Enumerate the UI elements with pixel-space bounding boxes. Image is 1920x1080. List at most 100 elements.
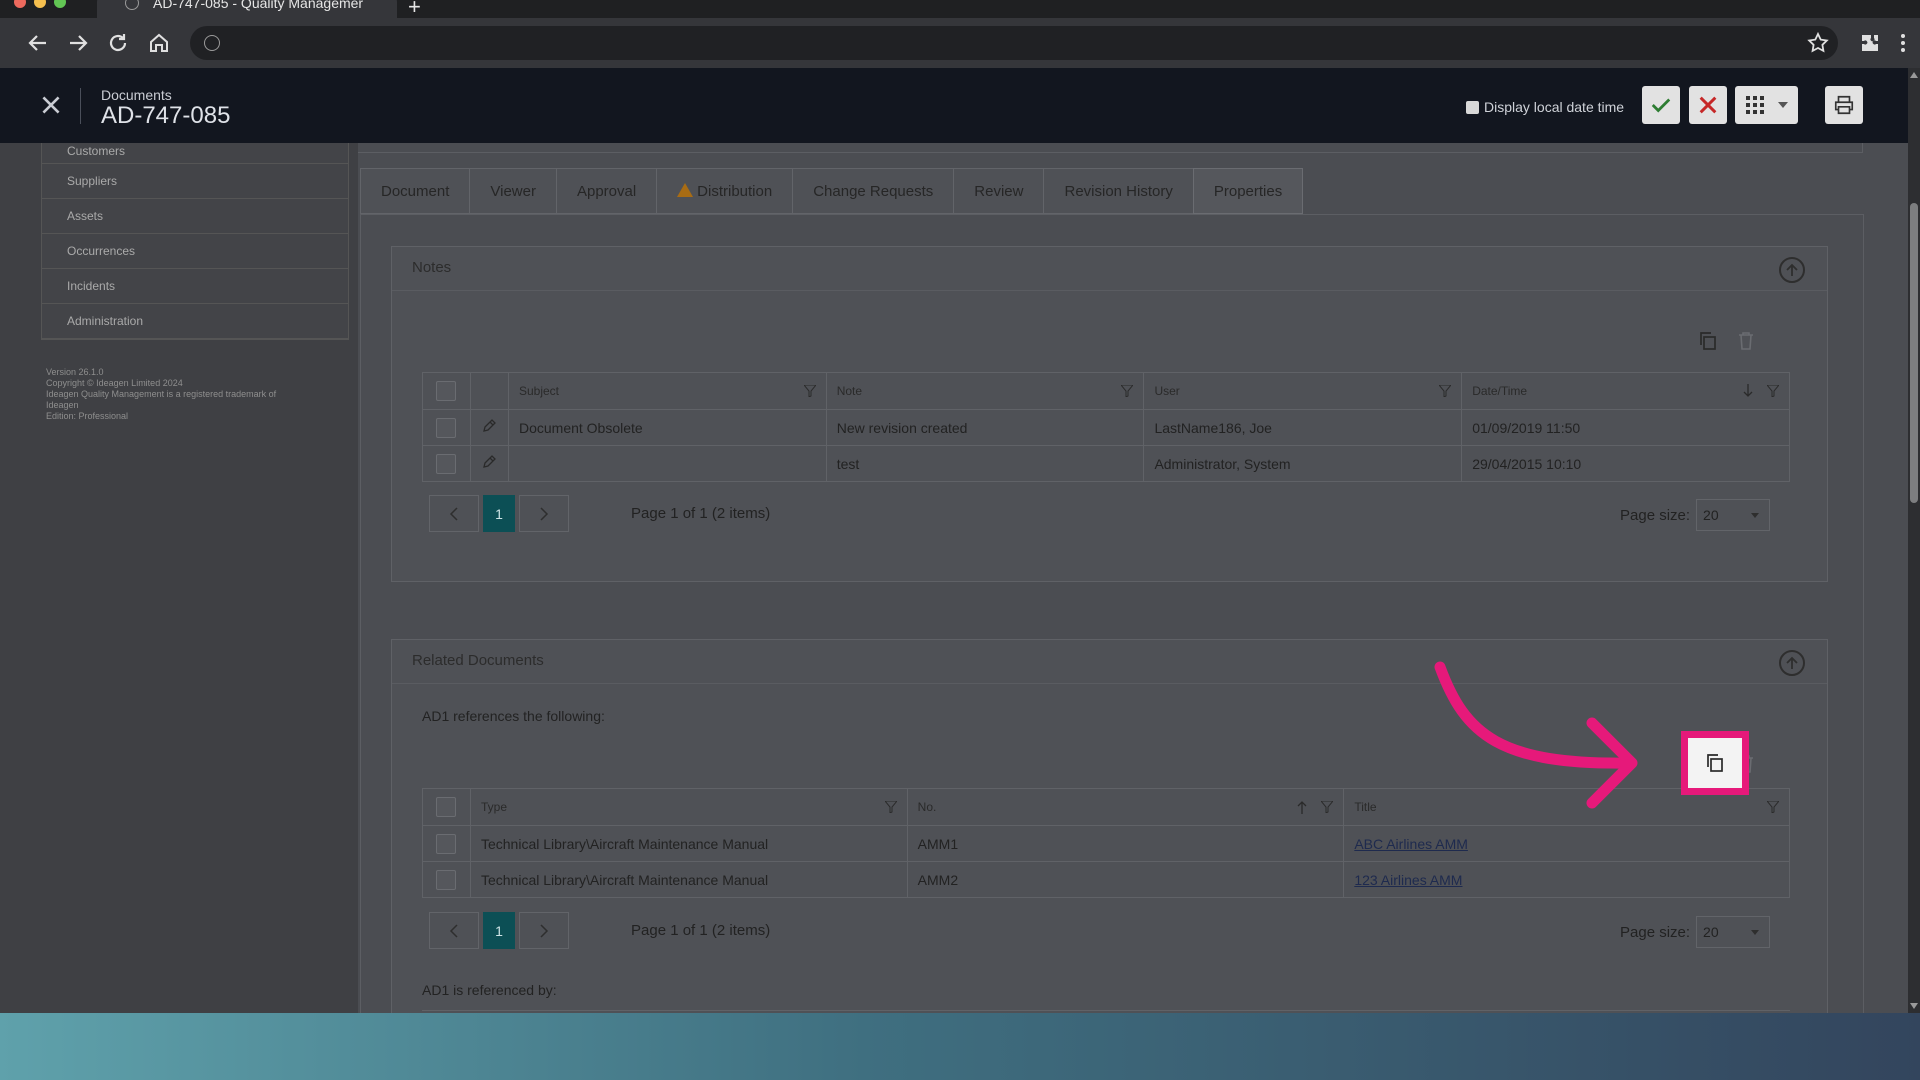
reference-title-link[interactable]: ABC Airlines AMM — [1354, 836, 1468, 852]
sidebar-item-assets[interactable]: Assets — [42, 199, 348, 234]
breadcrumb[interactable]: Documents — [101, 87, 172, 103]
page-size-select[interactable]: 20 — [1696, 499, 1771, 531]
notes-header-row: Subject Note User Date/Time — [422, 372, 1790, 410]
site-info-icon[interactable] — [204, 35, 220, 51]
row-select-cell — [422, 445, 471, 482]
column-header-subject[interactable]: Subject — [507, 372, 827, 410]
filter-icon[interactable] — [1767, 385, 1779, 397]
sidebar-item-occurrences[interactable]: Occurrences — [42, 234, 348, 269]
print-button[interactable] — [1825, 86, 1863, 124]
row-checkbox[interactable] — [436, 833, 457, 854]
note-text: test — [825, 445, 1145, 482]
scroll-down-icon[interactable] — [1910, 1003, 1918, 1009]
row-checkbox[interactable] — [436, 869, 457, 890]
printer-icon — [1834, 95, 1854, 115]
filter-icon[interactable] — [1121, 385, 1134, 397]
pencil-icon[interactable] — [482, 419, 497, 433]
filter-icon[interactable] — [1767, 801, 1779, 813]
scroll-up-icon[interactable] — [1910, 72, 1918, 78]
table-row[interactable]: Technical Library\Aircraft Maintenance M… — [422, 825, 1790, 862]
column-header-type[interactable]: Type — [469, 788, 908, 826]
row-checkbox[interactable] — [436, 453, 457, 474]
window-minimize-dot[interactable] — [34, 0, 46, 8]
filter-icon[interactable] — [1439, 385, 1452, 397]
sidebar-item-suppliers[interactable]: Suppliers — [42, 164, 348, 199]
sort-down-icon[interactable] — [1743, 384, 1753, 398]
scrollbar-thumb[interactable] — [1910, 203, 1918, 503]
reference-title-cell: ABC Airlines AMM — [1343, 825, 1790, 862]
chevron-right-icon — [540, 506, 549, 521]
filter-icon[interactable] — [803, 385, 816, 397]
references-pager: 1 Page 1 of 1 (2 items) — [429, 912, 770, 949]
column-header-no-label: No. — [917, 800, 937, 814]
close-icon[interactable] — [38, 92, 64, 118]
column-header-datetime-label: Date/Time — [1472, 384, 1528, 398]
tab-review[interactable]: Review — [953, 168, 1044, 214]
filter-icon[interactable] — [884, 801, 897, 813]
tab-properties[interactable]: Properties — [1192, 168, 1304, 214]
table-row[interactable]: Technical Library\Aircraft Maintenance M… — [422, 861, 1790, 898]
browser-tab[interactable]: AD-747-085 - Quality Managemer — [97, 0, 397, 18]
display-local-date-time-checkbox[interactable] — [1466, 100, 1479, 114]
page-1-button[interactable]: 1 — [483, 495, 515, 532]
collapse-notes-button[interactable] — [1779, 257, 1805, 283]
referenced-by-caption: AD1 is referenced by: — [422, 982, 557, 998]
window-zoom-dot[interactable] — [54, 0, 66, 8]
copy-note-button[interactable] — [1695, 328, 1721, 354]
filter-icon[interactable] — [1321, 801, 1334, 813]
reload-icon[interactable] — [106, 31, 130, 55]
delete-note-button[interactable] — [1733, 328, 1759, 354]
display-local-date-time-toggle[interactable]: Display local date time — [1466, 99, 1624, 115]
column-header-no[interactable]: No. — [906, 788, 1345, 826]
home-icon[interactable] — [147, 31, 171, 55]
next-page-button[interactable] — [519, 912, 569, 949]
sidebar-item-administration[interactable]: Administration — [42, 304, 348, 339]
column-header-user[interactable]: User — [1143, 372, 1463, 410]
document-tabs: Document Viewer Approval Distribution Ch… — [360, 168, 1304, 214]
forward-arrow-icon[interactable] — [66, 31, 90, 55]
annotation-arrow-icon — [1434, 661, 1638, 809]
grid-menu-button[interactable] — [1735, 86, 1798, 124]
sidebar-item-customers[interactable]: Customers — [42, 143, 348, 164]
address-bar[interactable] — [190, 26, 1838, 60]
sort-up-icon[interactable] — [1297, 800, 1307, 814]
new-tab-button[interactable]: + — [408, 0, 421, 20]
page-1-button[interactable]: 1 — [483, 912, 515, 949]
table-row[interactable]: Document Obsolete New revision created L… — [422, 409, 1790, 446]
column-header-note[interactable]: Note — [825, 372, 1145, 410]
tab-change-requests[interactable]: Change Requests — [792, 168, 954, 214]
reference-title-link[interactable]: 123 Airlines AMM — [1354, 872, 1462, 888]
references-page-size: Page size: 20 — [1620, 916, 1771, 948]
tab-distribution-label: Distribution — [697, 183, 773, 200]
bookmark-star-icon[interactable] — [1806, 31, 1830, 55]
cancel-button[interactable] — [1689, 86, 1727, 124]
previous-page-button[interactable] — [429, 495, 479, 532]
tab-revision-history[interactable]: Revision History — [1043, 168, 1193, 214]
globe-icon — [125, 0, 139, 10]
tab-viewer[interactable]: Viewer — [469, 168, 556, 214]
page-size-select[interactable]: 20 — [1696, 916, 1771, 948]
save-button[interactable] — [1642, 86, 1680, 124]
top-divider — [358, 143, 1863, 153]
extensions-puzzle-icon[interactable] — [1858, 31, 1882, 55]
tab-document[interactable]: Document — [360, 168, 470, 214]
collapse-related-button[interactable] — [1779, 650, 1805, 676]
row-checkbox[interactable] — [436, 417, 457, 438]
table-row[interactable]: test Administrator, System 29/04/2015 10… — [422, 445, 1790, 482]
window-close-dot[interactable] — [14, 0, 26, 8]
back-arrow-icon[interactable] — [26, 31, 50, 55]
vertical-scrollbar[interactable] — [1908, 68, 1920, 1013]
pencil-icon[interactable] — [482, 455, 497, 469]
previous-page-button[interactable] — [429, 912, 479, 949]
page-size-label: Page size: — [1620, 923, 1691, 941]
select-all-checkbox[interactable] — [436, 797, 457, 817]
browser-tab-strip: AD-747-085 - Quality Managemer + — [0, 0, 1920, 20]
tab-approval[interactable]: Approval — [555, 168, 657, 214]
tab-distribution[interactable]: Distribution — [656, 168, 793, 214]
column-header-datetime[interactable]: Date/Time — [1461, 372, 1790, 410]
browser-menu-icon[interactable] — [1891, 31, 1915, 55]
sidebar-item-incidents[interactable]: Incidents — [42, 269, 348, 304]
copy-related-button[interactable] — [1681, 731, 1749, 795]
next-page-button[interactable] — [519, 495, 569, 532]
select-all-checkbox[interactable] — [436, 381, 457, 401]
